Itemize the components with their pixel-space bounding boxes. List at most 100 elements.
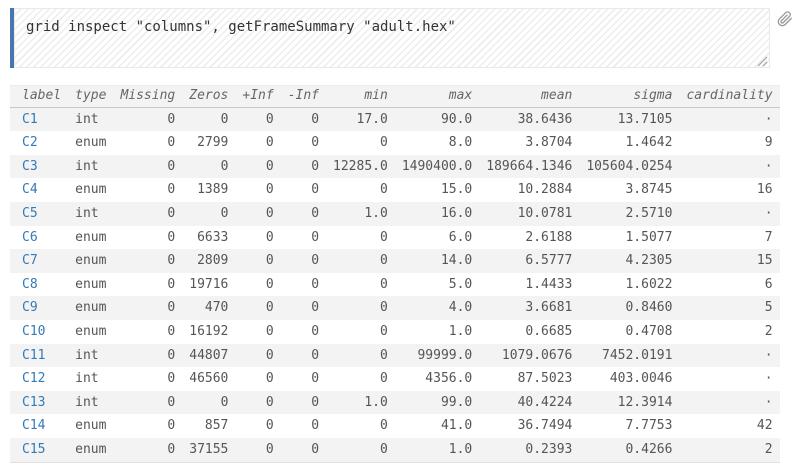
table-row: C8enum0197160005.01.44331.60226 (10, 273, 780, 297)
cell-zeros: 2809 (182, 249, 235, 273)
cell-max: 14.0 (395, 249, 479, 273)
column-label-link[interactable]: C3 (22, 159, 38, 174)
cell-max: 16.0 (395, 202, 479, 226)
cell-label: C11 (10, 344, 68, 368)
cell-type: int (68, 107, 113, 131)
column-label-link[interactable]: C4 (22, 182, 38, 197)
cell-plus-inf: 0 (235, 367, 280, 391)
cell-cardinality: · (679, 107, 779, 131)
cell-minus-inf: 0 (281, 391, 326, 415)
cell-mean: 3.8704 (479, 131, 579, 155)
cell-minus-inf: 0 (281, 107, 326, 131)
table-row: C10enum0161920001.00.66850.47082 (10, 320, 780, 344)
cell-label: C15 (10, 438, 68, 462)
cell-plus-inf: 0 (235, 202, 280, 226)
cell-missing: 0 (113, 249, 182, 273)
cell-mean: 3.6681 (479, 296, 579, 320)
column-label-link[interactable]: C1 (22, 112, 38, 127)
cell-minus-inf: 0 (281, 344, 326, 368)
column-label-link[interactable]: C2 (22, 135, 38, 150)
cell-mean: 1.4433 (479, 273, 579, 297)
cell-zeros: 0 (182, 155, 235, 179)
cell-label: C9 (10, 296, 68, 320)
cell-max: 4356.0 (395, 367, 479, 391)
cell-cardinality: 15 (679, 249, 779, 273)
cell-sigma: 7452.0191 (579, 344, 679, 368)
cell-missing: 0 (113, 226, 182, 250)
cell-cardinality: 42 (679, 414, 779, 438)
cell-cardinality: · (679, 391, 779, 415)
column-header-max: max (395, 86, 479, 108)
column-label-link[interactable]: C14 (22, 418, 45, 433)
cell-max: 1.0 (395, 320, 479, 344)
cell-label: C8 (10, 273, 68, 297)
table-row: C7enum0280900014.06.57774.230515 (10, 249, 780, 273)
cell-mean: 36.7494 (479, 414, 579, 438)
table-row: C1int000017.090.038.643613.7105· (10, 107, 780, 131)
code-input[interactable]: grid inspect "columns", getFrameSummary … (14, 8, 770, 68)
column-header-min: min (326, 86, 395, 108)
column-header-zeros: Zeros (182, 86, 235, 108)
cell-min: 17.0 (326, 107, 395, 131)
cell-missing: 0 (113, 202, 182, 226)
cell-label: C14 (10, 414, 68, 438)
cell-max: 15.0 (395, 178, 479, 202)
cell-min: 0 (326, 178, 395, 202)
cell-min: 12285.0 (326, 155, 395, 179)
cell-min: 0 (326, 344, 395, 368)
cell-missing: 0 (113, 344, 182, 368)
cell-minus-inf: 0 (281, 296, 326, 320)
cell-plus-inf: 0 (235, 320, 280, 344)
column-label-link[interactable]: C15 (22, 442, 45, 457)
cell-max: 5.0 (395, 273, 479, 297)
column-label-link[interactable]: C7 (22, 253, 38, 268)
cell-plus-inf: 0 (235, 131, 280, 155)
column-label-link[interactable]: C5 (22, 206, 38, 221)
cell-plus-inf: 0 (235, 391, 280, 415)
column-label-link[interactable]: C13 (22, 395, 45, 410)
cell-zeros: 470 (182, 296, 235, 320)
cell-min: 1.0 (326, 202, 395, 226)
cell-missing: 0 (113, 155, 182, 179)
table-row: C2enum027990008.03.87041.46429 (10, 131, 780, 155)
cell-cardinality: 9 (679, 131, 779, 155)
cell-minus-inf: 0 (281, 249, 326, 273)
cell-missing: 0 (113, 131, 182, 155)
cell-max: 4.0 (395, 296, 479, 320)
cell-label: C13 (10, 391, 68, 415)
resize-grip-icon[interactable] (757, 54, 768, 65)
table-row: C4enum0138900015.010.28843.874516 (10, 178, 780, 202)
cell-mean: 38.6436 (479, 107, 579, 131)
cell-label: C12 (10, 367, 68, 391)
column-header-minus-inf: -Inf (281, 86, 326, 108)
cell-mean: 6.5777 (479, 249, 579, 273)
cell-missing: 0 (113, 391, 182, 415)
cell-cardinality: 16 (679, 178, 779, 202)
column-label-link[interactable]: C6 (22, 230, 38, 245)
cell-zeros: 44807 (182, 344, 235, 368)
cell-type: int (68, 344, 113, 368)
cell-minus-inf: 0 (281, 273, 326, 297)
cell-sigma: 0.4266 (579, 438, 679, 462)
column-label-link[interactable]: C9 (22, 300, 38, 315)
cell-plus-inf: 0 (235, 155, 280, 179)
column-label-link[interactable]: C10 (22, 324, 45, 339)
cell-mean: 10.2884 (479, 178, 579, 202)
cell-max: 1.0 (395, 438, 479, 462)
column-label-link[interactable]: C12 (22, 371, 45, 386)
cell-minus-inf: 0 (281, 131, 326, 155)
column-label-link[interactable]: C8 (22, 277, 38, 292)
cell-mean: 87.5023 (479, 367, 579, 391)
cell-type: int (68, 367, 113, 391)
cell-sigma: 4.2305 (579, 249, 679, 273)
cell-label: C4 (10, 178, 68, 202)
column-header-type: type (68, 86, 113, 108)
cell-min: 1.0 (326, 391, 395, 415)
column-label-link[interactable]: C11 (22, 348, 45, 363)
cell-minus-inf: 0 (281, 155, 326, 179)
column-header-mean: mean (479, 86, 579, 108)
cell-min: 0 (326, 226, 395, 250)
cell-zeros: 1389 (182, 178, 235, 202)
cell-missing: 0 (113, 178, 182, 202)
cell-sigma: 13.7105 (579, 107, 679, 131)
